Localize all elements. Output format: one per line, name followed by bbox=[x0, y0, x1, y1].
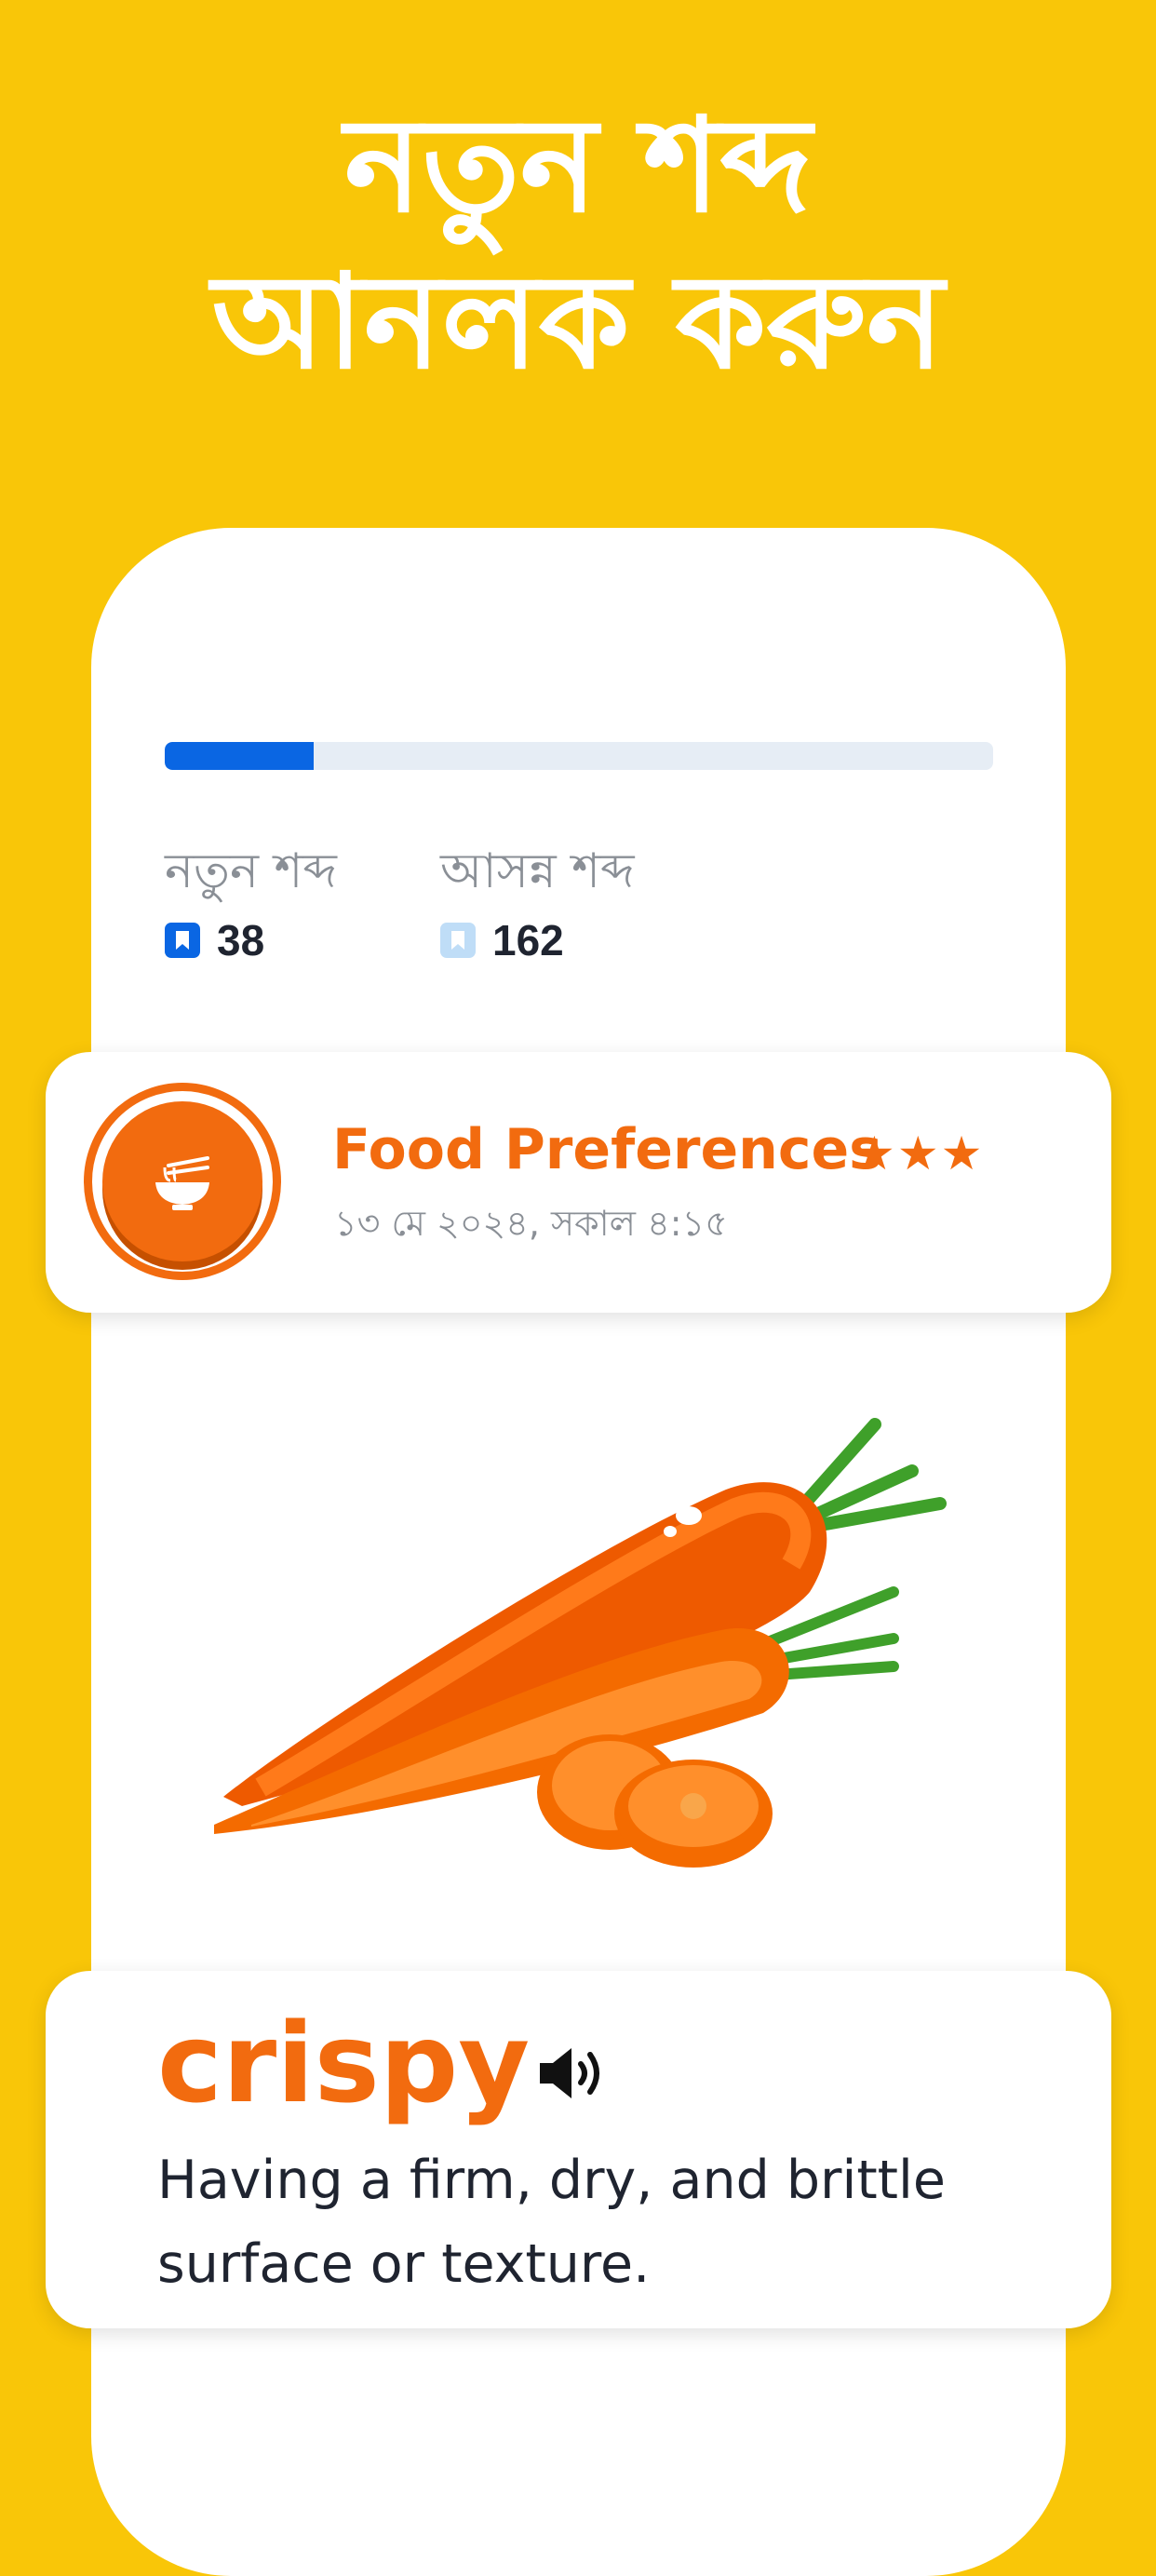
upcoming-words-count: 162 bbox=[492, 916, 564, 964]
new-words-stat: 38 bbox=[165, 915, 264, 965]
progress-bar-fill bbox=[165, 742, 315, 770]
speaker-icon[interactable] bbox=[534, 2041, 609, 2106]
vocab-word: crispy bbox=[157, 1999, 531, 2127]
progress-bar bbox=[165, 742, 993, 770]
topic-badge bbox=[84, 1083, 281, 1280]
upcoming-words-stat: 162 bbox=[440, 915, 564, 965]
word-card[interactable]: crispy Having a firm, dry, and brittle s… bbox=[46, 1971, 1111, 2328]
word-definition: Having a firm, dry, and brittle surface … bbox=[157, 2150, 946, 2295]
topic-card[interactable]: Food Preferences ★★★ ১৩ মে ২০২৪, সকাল ৪:… bbox=[46, 1052, 1111, 1313]
headline: নতুন শব্দ আনলক করুন bbox=[0, 88, 1156, 401]
new-words-label: নতুন শব্দ bbox=[165, 843, 337, 899]
headline-line-1: নতুন শব্দ bbox=[343, 90, 813, 242]
bookmark-icon bbox=[165, 923, 200, 958]
upcoming-words-label: আসন্ন শব্দ bbox=[440, 843, 635, 899]
topic-date: ১৩ মে ২০২৪, সকাল ৪:১৫ bbox=[334, 1203, 728, 1244]
bookmark-icon bbox=[440, 923, 476, 958]
headline-line-2: আনলক করুন bbox=[211, 247, 945, 398]
star-rating: ★★★ bbox=[854, 1126, 985, 1180]
new-words-count: 38 bbox=[217, 916, 265, 964]
topic-title: Food Preferences bbox=[332, 1117, 882, 1182]
carrot-illustration bbox=[214, 1418, 947, 1868]
noodle-bowl-icon bbox=[155, 1156, 209, 1210]
